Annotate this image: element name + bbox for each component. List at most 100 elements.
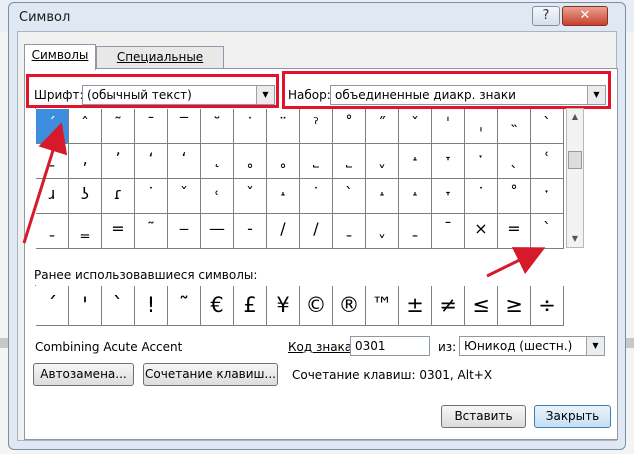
symbol-cell[interactable]: ‘: [135, 144, 168, 179]
symbol-cell[interactable]: ˌ: [465, 109, 498, 144]
recent-symbol-cell[interactable]: ¥: [267, 286, 300, 326]
symbol-cell[interactable]: ˬ: [366, 144, 399, 179]
character-code-input[interactable]: 0301: [350, 336, 430, 356]
symbol-cell[interactable]: ˛: [201, 144, 234, 179]
symbol-cell[interactable]: ˳: [234, 144, 267, 179]
scroll-down-icon[interactable]: ▼: [567, 231, 583, 247]
recent-symbol-cell[interactable]: ≠: [432, 286, 465, 326]
symbol-grid-scrollbar[interactable]: ▲ ▼: [566, 108, 584, 248]
symbol-cell[interactable]: ‚: [69, 144, 102, 179]
symbol-cell[interactable]: ˋ: [531, 214, 564, 249]
symbol-cell[interactable]: ˵: [498, 109, 531, 144]
symbol-cell[interactable]: ˕: [432, 144, 465, 179]
symbol-cell[interactable]: ˓: [201, 179, 234, 214]
symbol-cell[interactable]: /: [300, 214, 333, 249]
symbol-cell[interactable]: ˚: [333, 109, 366, 144]
symbol-cell[interactable]: ˘: [201, 109, 234, 144]
scroll-thumb[interactable]: [568, 151, 582, 169]
symbol-cell[interactable]: ‾: [168, 109, 201, 144]
symbol-cell[interactable]: ɾ: [102, 179, 135, 214]
symbol-cell[interactable]: ‐: [234, 214, 267, 249]
symbol-cell[interactable]: /: [267, 214, 300, 249]
symbol-cell[interactable]: ˇ: [399, 109, 432, 144]
recent-symbol-cell[interactable]: £: [234, 286, 267, 326]
encoding-combobox[interactable]: Юникод (шестн.) ▼: [459, 336, 605, 356]
symbol-cell[interactable]: ˙: [300, 179, 333, 214]
symbol-cell[interactable]: —: [201, 214, 234, 249]
symbol-cell[interactable]: ˔: [267, 179, 300, 214]
symbol-cell[interactable]: ˍ: [333, 214, 366, 249]
symbol-cell[interactable]: ˇ: [234, 179, 267, 214]
symbol-cell[interactable]: ˉ: [432, 214, 465, 249]
recent-symbol-cell[interactable]: ™: [366, 286, 399, 326]
symbol-cell[interactable]: ˕: [432, 179, 465, 214]
symbol-cell[interactable]: ʖ: [69, 179, 102, 214]
symbol-cell[interactable]: ¨: [267, 109, 300, 144]
recent-symbol-cell[interactable]: ©: [300, 286, 333, 326]
symbol-cell[interactable]: ¯: [135, 109, 168, 144]
symbol-cell[interactable]: ˙: [234, 109, 267, 144]
from-label: из:: [438, 340, 457, 354]
symbol-cell[interactable]: ʻ: [168, 144, 201, 179]
symbol-cell[interactable]: ˍ: [399, 214, 432, 249]
symbol-cell[interactable]: ˳: [267, 144, 300, 179]
recent-symbol-cell[interactable]: `: [102, 286, 135, 326]
chevron-down-icon[interactable]: ▼: [586, 337, 604, 355]
symbol-cell[interactable]: ˊ: [36, 109, 69, 144]
recent-symbol-cell[interactable]: ±: [399, 286, 432, 326]
symbol-cell[interactable]: ˔: [366, 179, 399, 214]
symbol-cell[interactable]: ˙: [135, 179, 168, 214]
recent-symbol-cell[interactable]: ´: [36, 286, 69, 326]
symbol-cell[interactable]: ˋ: [333, 179, 366, 214]
symbol-cell[interactable]: ˾: [333, 144, 366, 179]
symbol-cell[interactable]: ˈ: [432, 109, 465, 144]
symbol-cell[interactable]: ˙: [465, 179, 498, 214]
symbol-cell[interactable]: =: [498, 214, 531, 249]
symbol-cell[interactable]: ʿ: [531, 144, 564, 179]
symbol-cell[interactable]: ˑ: [465, 144, 498, 179]
symbol-cell[interactable]: ˍ: [36, 144, 69, 179]
autocorrect-button[interactable]: Автозамена...: [33, 363, 134, 386]
recent-symbol-cell[interactable]: €: [201, 286, 234, 326]
symbol-cell[interactable]: ˋ: [531, 109, 564, 144]
symbol-cell[interactable]: ˚: [498, 179, 531, 214]
close-window-button[interactable]: ✕: [562, 6, 608, 26]
symbol-cell[interactable]: ʼ: [102, 144, 135, 179]
symbol-cell[interactable]: ˆ: [69, 109, 102, 144]
symbol-cell[interactable]: ‗: [69, 214, 102, 249]
tab-symbols[interactable]: Символы: [24, 44, 96, 70]
symbol-cell[interactable]: ×: [465, 214, 498, 249]
recent-symbol-cell[interactable]: !: [135, 286, 168, 326]
dialog-title: Символ: [19, 10, 71, 25]
symbol-cell[interactable]: ˔: [399, 144, 432, 179]
recent-symbol-cell[interactable]: ÷: [531, 286, 564, 326]
symbol-cell[interactable]: ˜: [102, 109, 135, 144]
symbol-cell[interactable]: ˝: [366, 109, 399, 144]
symbol-cell[interactable]: ˾: [300, 144, 333, 179]
symbol-cell[interactable]: ˎ: [498, 144, 531, 179]
symbol-cell[interactable]: =: [102, 214, 135, 249]
symbol-cell[interactable]: ˇ: [168, 179, 201, 214]
symbol-cell[interactable]: ˑ: [531, 179, 564, 214]
insert-button[interactable]: Вставить: [441, 405, 526, 428]
tab-special-characters[interactable]: Специальные знаки: [96, 46, 224, 84]
close-button[interactable]: Закрыть: [534, 405, 611, 428]
shortcut-key-button[interactable]: Сочетание клавиш...: [143, 363, 278, 386]
symbol-cell[interactable]: ˜: [135, 214, 168, 249]
symbol-cell[interactable]: ‒: [168, 214, 201, 249]
recent-symbol-cell[interactable]: ≤: [465, 286, 498, 326]
encoding-value: Юникод (шестн.): [464, 339, 573, 353]
symbol-cell[interactable]: ˍ: [36, 214, 69, 249]
subset-highlight-box: [282, 71, 611, 109]
symbol-cell[interactable]: ɹ: [36, 179, 69, 214]
recent-symbol-cell[interactable]: ': [69, 286, 102, 326]
symbol-cell[interactable]: ˀ: [300, 109, 333, 144]
symbol-cell[interactable]: ˬ: [366, 214, 399, 249]
help-button[interactable]: ?: [532, 6, 560, 26]
symbol-cell[interactable]: ˔: [399, 179, 432, 214]
recent-symbol-cell[interactable]: ≥: [498, 286, 531, 326]
recent-symbol-cell[interactable]: ®: [333, 286, 366, 326]
recent-symbol-cell[interactable]: ˜: [168, 286, 201, 326]
scroll-up-icon[interactable]: ▲: [567, 109, 583, 125]
character-name: Combining Acute Accent: [35, 340, 183, 354]
